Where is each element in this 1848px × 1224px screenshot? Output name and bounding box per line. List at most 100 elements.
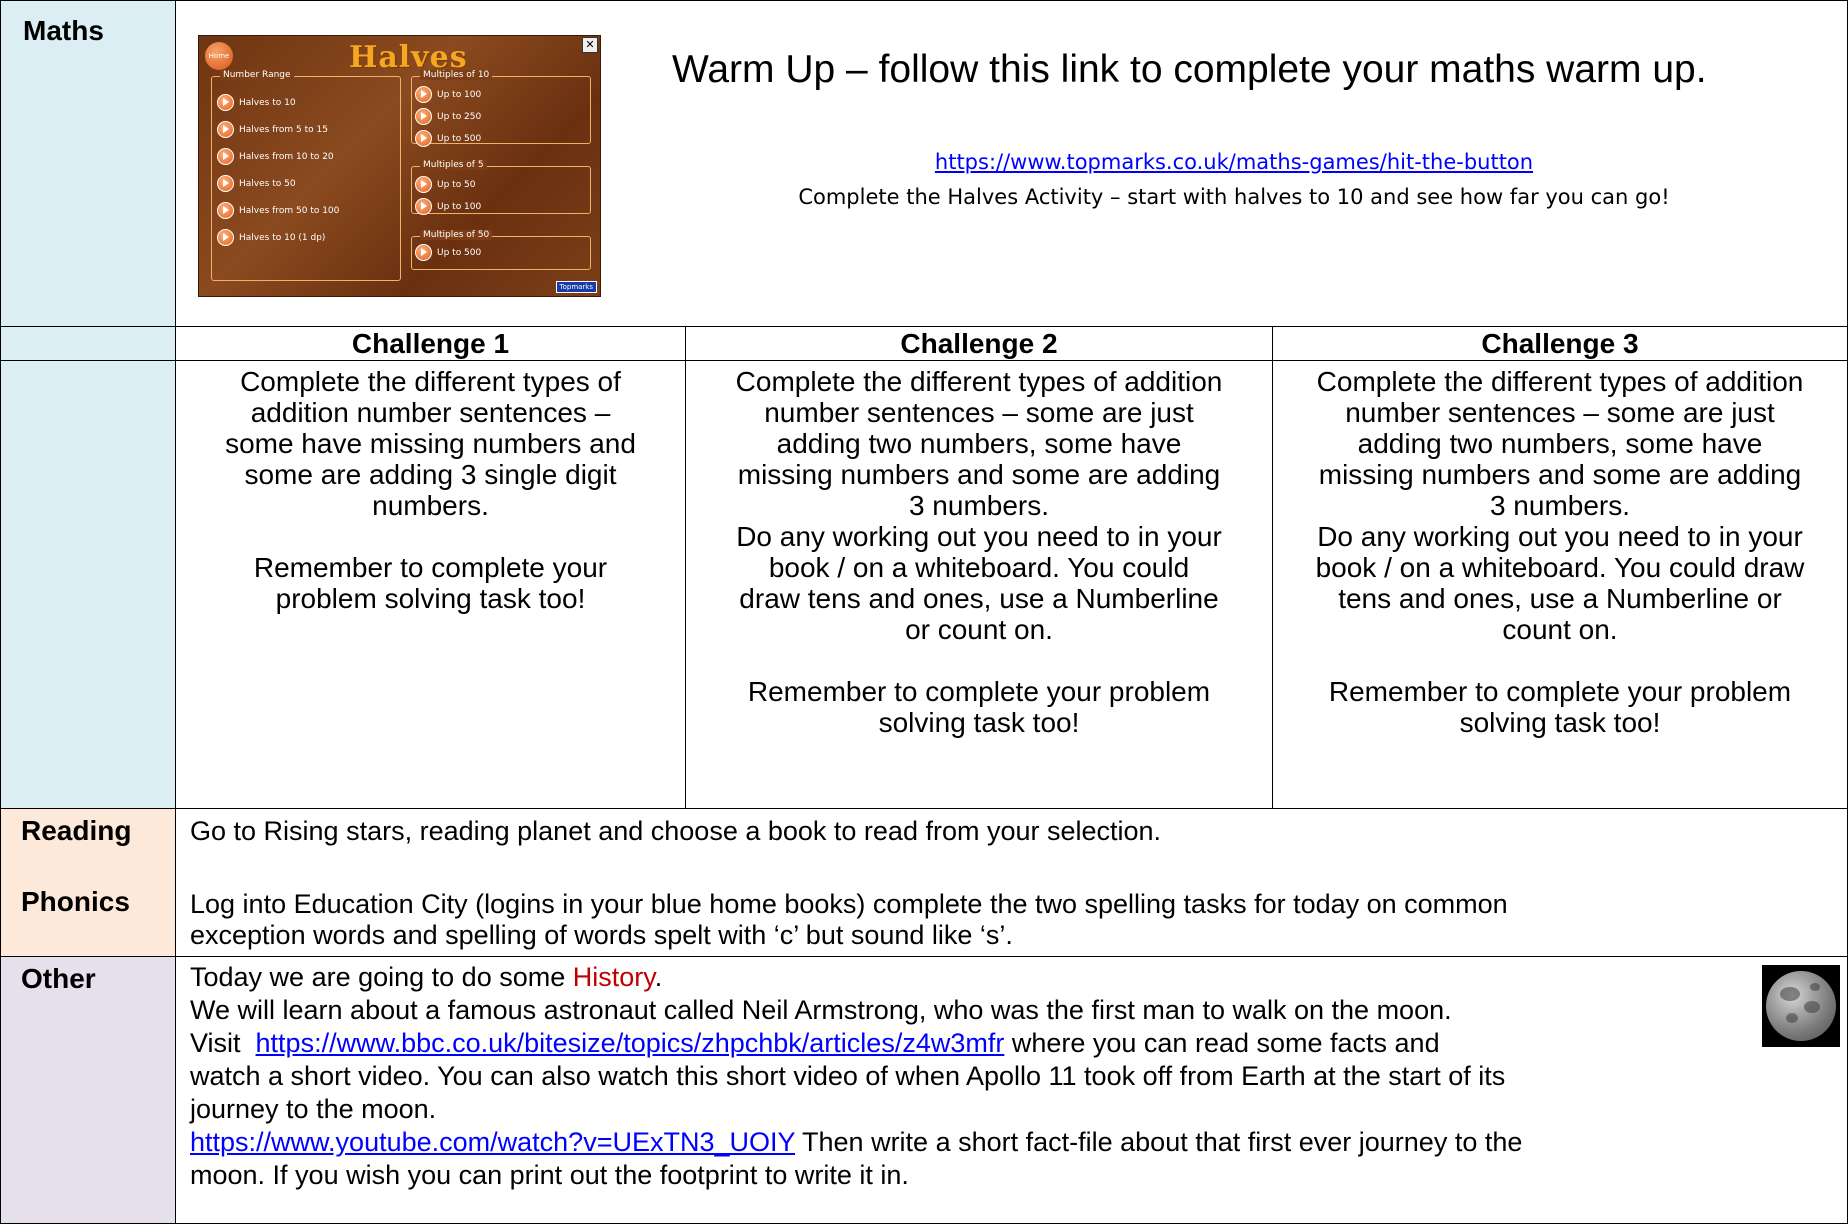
warmup-instruction: Complete the Halves Activity – start wit… <box>798 185 1670 209</box>
maths-label: Maths <box>23 15 104 46</box>
challenge-2-line: number sentences – some are just <box>764 397 1194 428</box>
warmup-link[interactable]: https://www.topmarks.co.uk/maths-games/h… <box>620 150 1848 174</box>
challenge-3-cell: Complete the different types of addition… <box>1272 360 1848 809</box>
challenge-3-line: tens and ones, use a Numberline or <box>1338 583 1782 614</box>
other-line-3: Visit https://www.bbc.co.uk/bitesize/top… <box>190 1028 1440 1058</box>
youtube-link[interactable]: https://www.youtube.com/watch?v=UExTN3_U… <box>190 1127 795 1157</box>
challenge-3-line: Remember to complete your problem <box>1328 676 1792 707</box>
challenge-header-blank <box>0 326 176 361</box>
play-icon <box>415 244 432 261</box>
play-icon <box>415 198 432 215</box>
number-range-title: Number Range <box>220 70 294 80</box>
game-option: Halves to 10 (1 dp) <box>217 229 325 246</box>
challenge-2-cell: Complete the different types of addition… <box>685 360 1273 809</box>
other-label: Other <box>21 963 96 994</box>
challenge-3-line: Do any working out you need to in your <box>1317 521 1803 552</box>
other-line-1: Today we are going to do some History. <box>190 962 663 992</box>
play-icon <box>217 175 234 192</box>
play-icon <box>415 130 432 147</box>
challenge-1-line: addition number sentences – <box>250 397 611 428</box>
challenge-2-line: draw tens and ones, use a Numberline <box>739 583 1219 614</box>
challenge-2-line: Remember to complete your problem <box>747 676 1211 707</box>
challenge-3-line: Complete the different types of addition <box>1316 366 1804 397</box>
challenge-3-header: Challenge 3 <box>1481 328 1639 359</box>
play-icon <box>217 94 234 111</box>
multiples-10-title: Multiples of 10 <box>420 70 493 80</box>
game-option: Up to 500 <box>415 130 481 147</box>
play-icon <box>217 148 234 165</box>
phonics-line-2: exception words and spelling of words sp… <box>190 920 1013 950</box>
challenge-3-line: book / on a whiteboard. You could draw <box>1315 552 1805 583</box>
phonics-label: Phonics <box>21 886 130 917</box>
game-option: Up to 250 <box>415 108 481 125</box>
challenge-1-line: some have missing numbers and <box>225 428 636 459</box>
game-option: Halves to 50 <box>217 175 296 192</box>
other-line-7: moon. If you wish you can print out the … <box>190 1160 909 1190</box>
challenge-2-line: Do any working out you need to in your <box>736 521 1222 552</box>
home-button: Home <box>205 42 233 70</box>
other-text: Today we are going to do some History. W… <box>190 961 1522 1192</box>
challenge-3-line: count on. <box>1502 614 1618 645</box>
challenge-1-line: Complete the different types of <box>240 366 621 397</box>
game-option: Halves from 50 to 100 <box>217 202 339 219</box>
challenge-1-line: numbers. <box>372 490 489 521</box>
reading-label-cell: Reading Phonics <box>0 808 176 957</box>
challenge-2-header: Challenge 2 <box>900 328 1058 359</box>
play-icon <box>217 121 234 138</box>
challenge-2-line: book / on a whiteboard. You could <box>768 552 1190 583</box>
maths-label-cell: Maths <box>0 0 176 327</box>
phonics-line-1: Log into Education City (logins in your … <box>190 889 1508 919</box>
challenge-2-line: solving task too! <box>878 707 1080 738</box>
other-line-6: https://www.youtube.com/watch?v=UExTN3_U… <box>190 1127 1523 1157</box>
game-option: Halves from 5 to 15 <box>217 121 328 138</box>
history-highlight: History <box>572 962 655 992</box>
challenge-2-line: 3 numbers. <box>908 490 1050 521</box>
other-cell: Today we are going to do some History. W… <box>175 956 1848 1224</box>
challenge-3-line: missing numbers and some are adding <box>1318 459 1802 490</box>
challenge-3-header-cell: Challenge 3 <box>1272 326 1848 361</box>
challenge-1-line <box>176 521 685 552</box>
challenge-2-line: or count on. <box>905 614 1053 645</box>
challenge-2-line: missing numbers and some are adding <box>737 459 1221 490</box>
play-icon <box>415 176 432 193</box>
game-option: Up to 500 <box>415 244 481 261</box>
moon-image <box>1762 965 1840 1047</box>
game-option: Halves to 10 <box>217 94 296 111</box>
challenge-content-blank <box>0 360 176 809</box>
challenge-2-line <box>686 645 1272 676</box>
reading-phonics-cell: Go to Rising stars, reading planet and c… <box>175 808 1848 957</box>
multiples-5-title: Multiples of 5 <box>420 160 487 170</box>
challenge-1-line: problem solving task too! <box>275 583 586 614</box>
reading-label: Reading <box>21 815 132 846</box>
play-icon <box>415 86 432 103</box>
play-icon <box>217 202 234 219</box>
challenge-3-line: number sentences – some are just <box>1345 397 1775 428</box>
game-option: Up to 50 <box>415 176 476 193</box>
other-line-2: We will learn about a famous astronaut c… <box>190 995 1452 1025</box>
challenge-3-line: 3 numbers. <box>1489 490 1631 521</box>
game-option: Up to 100 <box>415 198 481 215</box>
game-option: Up to 100 <box>415 86 481 103</box>
challenge-1-line: some are adding 3 single digit <box>244 459 617 490</box>
moon-disc <box>1766 971 1836 1041</box>
challenge-1-header-cell: Challenge 1 <box>175 326 686 361</box>
multiples-50-title: Multiples of 50 <box>420 230 493 240</box>
play-icon <box>217 229 234 246</box>
challenge-1-header: Challenge 1 <box>351 328 510 359</box>
play-icon <box>415 108 432 125</box>
warmup-title: Warm Up – follow this link to complete y… <box>672 48 1707 91</box>
bbc-bitesize-link[interactable]: https://www.bbc.co.uk/bitesize/topics/zh… <box>256 1028 1005 1058</box>
home-learning-sheet: Maths Home Halves ✕ Number Range Halves … <box>0 0 1848 1224</box>
halves-game-thumbnail[interactable]: Home Halves ✕ Number Range Halves to 10 … <box>198 35 601 297</box>
challenge-1-line: Remember to complete your <box>253 552 608 583</box>
close-icon: ✕ <box>582 37 598 53</box>
challenge-1-cell: Complete the different types of addition… <box>175 360 686 809</box>
other-line-5: journey to the moon. <box>190 1094 437 1124</box>
challenge-3-line: adding two numbers, some have <box>1357 428 1763 459</box>
other-line-4: watch a short video. You can also watch … <box>190 1061 1506 1091</box>
challenge-3-line <box>1273 645 1847 676</box>
challenge-2-line: adding two numbers, some have <box>776 428 1182 459</box>
challenge-2-line: Complete the different types of addition <box>735 366 1223 397</box>
reading-text: Go to Rising stars, reading planet and c… <box>190 816 1162 846</box>
game-option: Halves from 10 to 20 <box>217 148 334 165</box>
